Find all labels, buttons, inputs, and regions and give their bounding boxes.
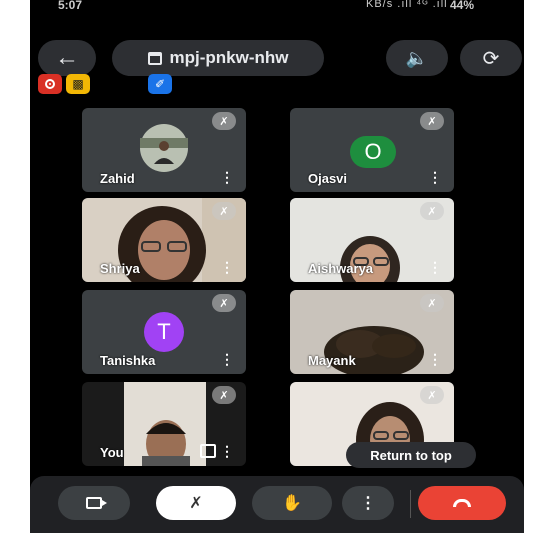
mic-off-icon: ✗ [212, 294, 236, 312]
participant-tile-shriya[interactable]: ✗ Shriya ⋮ [82, 198, 246, 282]
more-vert-icon[interactable]: ⋮ [428, 259, 442, 276]
end-call-icon [453, 499, 471, 507]
more-vert-icon[interactable]: ⋮ [220, 259, 234, 276]
meeting-code: mpj-pnkw-nhw [169, 48, 289, 67]
call-controls-bar: ✗ ✋ ⋮ [30, 476, 524, 533]
mic-off-icon: ✗ [420, 112, 444, 130]
more-options-button[interactable]: ⋮ [342, 486, 394, 520]
participant-name: Tanishka [100, 353, 156, 368]
more-vert-icon[interactable]: ⋮ [220, 169, 234, 186]
participant-name: Zahid [100, 171, 135, 186]
network-indicator: KB/s .ıll ⁴ᴳ .ıll [366, 0, 448, 10]
return-to-top-button[interactable]: Return to top [346, 442, 476, 468]
end-call-button[interactable] [418, 486, 506, 520]
participant-tile-aishwarya[interactable]: ✗ Aishwarya ⋮ [290, 198, 454, 282]
calendar-icon [147, 51, 162, 65]
raise-hand-button[interactable]: ✋ [252, 486, 332, 520]
more-vert-icon[interactable]: ⋮ [428, 169, 442, 186]
participant-tile-zahid[interactable]: ✗ Zahid ⋮ [82, 108, 246, 192]
flip-camera-button[interactable]: ⟳ [460, 40, 522, 76]
meeting-top-bar: ← mpj-pnkw-nhw 🔈 ⟳ [30, 36, 524, 80]
camera-toggle-button[interactable] [58, 486, 130, 520]
more-vert-icon[interactable]: ⋮ [428, 351, 442, 368]
mic-off-icon: ✗ [212, 386, 236, 404]
camera-icon [86, 497, 107, 509]
flip-camera-icon: ⟳ [482, 47, 500, 70]
divider [410, 490, 411, 518]
pen-icon: ✐ [154, 77, 166, 91]
more-vert-icon: ⋮ [360, 495, 376, 512]
mic-off-icon: ✗ [420, 386, 444, 404]
mic-off-icon: ✗ [420, 202, 444, 220]
mic-off-icon: ✗ [212, 202, 236, 220]
picture-in-picture-icon[interactable] [200, 444, 216, 458]
more-vert-icon[interactable]: ⋮ [220, 351, 234, 368]
mic-toggle-button[interactable]: ✗ [156, 486, 236, 520]
mic-off-icon: ✗ [420, 294, 444, 312]
more-vert-icon[interactable]: ⋮ [220, 443, 234, 460]
participant-name: Ojasvi [308, 171, 348, 186]
back-button[interactable]: ← [38, 40, 96, 76]
recording-badge[interactable] [38, 74, 62, 94]
recording-icon [45, 79, 55, 89]
phone-screen: 5:07 KB/s .ıll ⁴ᴳ .ıll 44% ← mpj-pnkw-nh… [30, 0, 524, 533]
mic-off-icon: ✗ [212, 112, 236, 130]
mic-off-icon: ✗ [189, 495, 203, 512]
participant-name: You [100, 445, 124, 460]
raise-hand-icon: ✋ [282, 495, 302, 512]
participant-name: Shriya [100, 261, 140, 276]
participant-name: Mayank [308, 353, 356, 368]
participant-tile-tanishka[interactable]: T ✗ Tanishka ⋮ [82, 290, 246, 374]
avatar: T [144, 312, 184, 352]
arrow-left-icon: ← [55, 44, 79, 71]
video-off-icon: ▩ [72, 77, 84, 91]
video-off-badge[interactable]: ▩ [66, 74, 90, 94]
participant-name: Aishwarya [308, 261, 374, 276]
participant-tile-mayank[interactable]: ✗ Mayank ⋮ [290, 290, 454, 374]
status-bar: 5:07 KB/s .ıll ⁴ᴳ .ıll 44% [30, 0, 524, 24]
meeting-code-button[interactable]: mpj-pnkw-nhw [112, 40, 324, 76]
participant-tile-self[interactable]: ✗ You ⋮ [82, 382, 246, 466]
participant-tile-ojasvi[interactable]: O ✗ Ojasvi ⋮ [290, 108, 454, 192]
speaker-icon: 🔈 [405, 47, 429, 68]
whiteboard-badge[interactable]: ✐ [148, 74, 172, 94]
avatar: O [350, 136, 396, 168]
speaker-button[interactable]: 🔈 [386, 40, 448, 76]
status-time: 5:07 [58, 0, 83, 12]
battery-level: 44% [450, 0, 475, 12]
